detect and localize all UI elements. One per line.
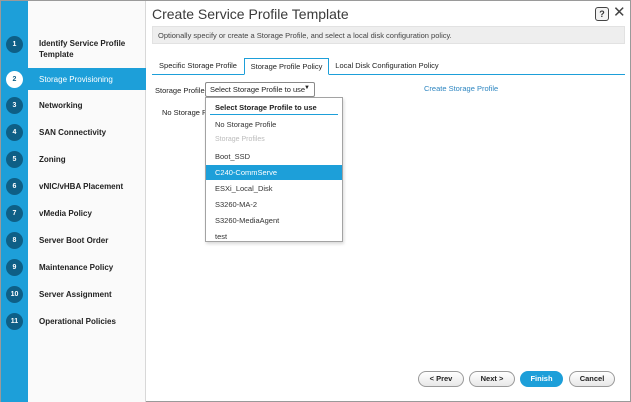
option-c240-commserve[interactable]: C240-CommServe [206, 165, 342, 180]
option-s3260-ma-2[interactable]: S3260-MA-2 [206, 197, 342, 212]
option-test[interactable]: test [206, 229, 342, 244]
step-number: 11 [6, 313, 23, 330]
step-number: 9 [6, 259, 23, 276]
step-label: vNIC/vHBA Placement [39, 182, 124, 191]
step-label: Server Assignment [39, 290, 112, 299]
step-label: Maintenance Policy [39, 263, 114, 272]
step-identify[interactable]: 1 Identify Service Profile Template [1, 31, 146, 59]
step-number: 4 [6, 124, 23, 141]
step-server-assignment[interactable]: 10 Server Assignment [1, 285, 146, 312]
step-label: Networking [39, 101, 83, 110]
next-button[interactable]: Next > [469, 371, 515, 387]
wizard-window: 1 Identify Service Profile Template 2 St… [0, 0, 631, 402]
storage-profile-label: Storage Profile: [155, 86, 207, 95]
dropdown-header: Select Storage Profile to use [210, 101, 338, 115]
cancel-button[interactable]: Cancel [569, 371, 615, 387]
step-number: 8 [6, 232, 23, 249]
no-storage-profile-text: No Storage P [162, 108, 208, 117]
step-label: Operational Policies [39, 317, 116, 326]
chevron-down-icon: ▼ [304, 85, 310, 91]
step-label: Identify Service Profile Template [39, 39, 126, 59]
step-vnic-vhba-placement[interactable]: 6 vNIC/vHBA Placement [1, 177, 146, 204]
option-no-storage-profile[interactable]: No Storage Profile [206, 117, 342, 132]
option-boot-ssd[interactable]: Boot_SSD [206, 149, 342, 164]
step-label: Server Boot Order [39, 236, 109, 245]
finish-button[interactable]: Finish [520, 371, 563, 387]
create-storage-profile-link[interactable]: Create Storage Profile [424, 84, 498, 93]
tab-storage-profile-policy[interactable]: Storage Profile Policy [244, 58, 329, 75]
step-label: SAN Connectivity [39, 128, 107, 137]
step-label: Zoning [39, 155, 66, 164]
step-number: 6 [6, 178, 23, 195]
step-number: 3 [6, 97, 23, 114]
tab-bar: Specific Storage Profile Storage Profile… [152, 58, 625, 75]
step-san-connectivity[interactable]: 4 SAN Connectivity [1, 123, 146, 150]
step-networking[interactable]: 3 Networking [1, 96, 146, 123]
tab-specific-storage-profile[interactable]: Specific Storage Profile [152, 58, 244, 75]
info-bar: Optionally specify or create a Storage P… [152, 26, 625, 44]
step-operational-policies[interactable]: 11 Operational Policies [1, 312, 146, 339]
step-number: 1 [6, 36, 23, 53]
step-number: 5 [6, 151, 23, 168]
step-vmedia-policy[interactable]: 7 vMedia Policy [1, 204, 146, 231]
step-label: vMedia Policy [39, 209, 92, 218]
option-group-storage-profiles: Storage Profiles [215, 136, 265, 143]
step-maintenance-policy[interactable]: 9 Maintenance Policy [1, 258, 146, 285]
tab-local-disk-configuration-policy[interactable]: Local Disk Configuration Policy [332, 58, 442, 75]
step-server-boot-order[interactable]: 8 Server Boot Order [1, 231, 146, 258]
page-title: Create Service Profile Template [152, 6, 349, 22]
step-storage-provisioning[interactable]: 2 Storage Provisioning [1, 68, 146, 95]
help-icon[interactable]: ? [595, 7, 609, 21]
step-zoning[interactable]: 5 Zoning [1, 150, 146, 177]
step-number: 7 [6, 205, 23, 222]
prev-button[interactable]: < Prev [418, 371, 464, 387]
option-esxi-local-disk[interactable]: ESXi_Local_Disk [206, 181, 342, 196]
step-label: Storage Provisioning [39, 75, 113, 84]
step-number: 2 [6, 71, 23, 88]
select-value: Select Storage Profile to use [210, 85, 306, 94]
close-icon[interactable]: ✕ [613, 4, 626, 22]
option-s3260-mediaagent[interactable]: S3260-MediaAgent [206, 213, 342, 228]
storage-profile-select[interactable]: Select Storage Profile to use ▼ [205, 82, 315, 97]
step-number: 10 [6, 286, 23, 303]
storage-profile-dropdown: Select Storage Profile to use No Storage… [205, 97, 343, 242]
